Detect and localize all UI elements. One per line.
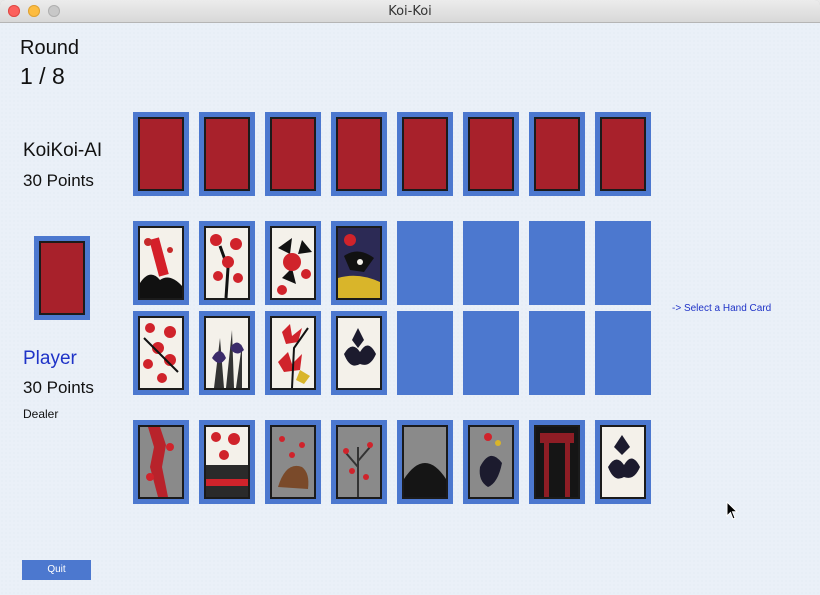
hanafuda-card	[204, 425, 250, 499]
opponent-hand-card	[397, 112, 453, 196]
opponent-hand-card	[199, 112, 255, 196]
hanafuda-card	[138, 316, 184, 390]
hanafuda-card	[534, 425, 580, 499]
field-slot-empty	[595, 311, 651, 395]
card-back	[468, 117, 514, 191]
opponent-hand-card	[331, 112, 387, 196]
field-card	[199, 221, 255, 305]
game-board: Round 1 / 8 KoiKoi-AI 30 Points Player 3…	[0, 23, 820, 595]
hanafuda-card	[138, 226, 184, 300]
field-slot-empty	[529, 311, 585, 395]
hand-card[interactable]	[595, 420, 651, 504]
card-back	[336, 117, 382, 191]
hanafuda-card	[138, 425, 184, 499]
hanafuda-card	[336, 226, 382, 300]
card-back	[600, 117, 646, 191]
card-back	[138, 117, 184, 191]
opponent-hand-card	[133, 112, 189, 196]
draw-deck	[34, 236, 90, 320]
opponent-name: KoiKoi-AI	[23, 140, 103, 161]
hanafuda-card	[270, 425, 316, 499]
hand-card[interactable]	[133, 420, 189, 504]
dealer-badge: Dealer	[23, 407, 59, 421]
round-label: Round	[20, 37, 79, 59]
field-card	[199, 311, 255, 395]
player-points: 30 Points	[23, 378, 94, 397]
field-slot-empty	[463, 311, 519, 395]
card-back	[534, 117, 580, 191]
hanafuda-card	[270, 226, 316, 300]
player-name: Player	[23, 348, 77, 369]
title-bar: Koi-Koi	[0, 0, 820, 23]
field-card	[133, 311, 189, 395]
field-slot-empty	[397, 311, 453, 395]
app-window: Koi-Koi Round 1 / 8 KoiKoi-AI 30 Points …	[0, 0, 820, 595]
card-back	[270, 117, 316, 191]
opponent-hand-card	[529, 112, 585, 196]
hanafuda-card	[204, 226, 250, 300]
field-slot-empty	[529, 221, 585, 305]
card-back	[204, 117, 250, 191]
opponent-hand-card	[595, 112, 651, 196]
opponent-points: 30 Points	[23, 171, 94, 190]
field-slot-empty	[397, 221, 453, 305]
hanafuda-card	[402, 425, 448, 499]
quit-button[interactable]: Quit	[22, 560, 91, 580]
hanafuda-card	[336, 425, 382, 499]
hanafuda-card	[600, 425, 646, 499]
hand-card[interactable]	[199, 420, 255, 504]
round-counter: 1 / 8	[20, 63, 65, 89]
hand-card[interactable]	[331, 420, 387, 504]
field-slot-empty	[595, 221, 651, 305]
field-card	[133, 221, 189, 305]
hand-card[interactable]	[397, 420, 453, 504]
field-slot-empty	[463, 221, 519, 305]
hanafuda-card	[468, 425, 514, 499]
opponent-hand-card	[463, 112, 519, 196]
hand-card[interactable]	[265, 420, 321, 504]
field-card	[265, 221, 321, 305]
hand-card[interactable]	[463, 420, 519, 504]
hand-card[interactable]	[529, 420, 585, 504]
window-title: Koi-Koi	[388, 4, 432, 19]
hanafuda-card	[204, 316, 250, 390]
field-card	[265, 311, 321, 395]
opponent-hand-card	[265, 112, 321, 196]
hint-text: -> Select a Hand Card	[672, 303, 772, 314]
field-card	[331, 311, 387, 395]
mouse-pointer-icon	[726, 501, 739, 520]
card-back	[402, 117, 448, 191]
card-back	[39, 241, 85, 315]
hanafuda-card	[336, 316, 382, 390]
field-card	[331, 221, 387, 305]
hanafuda-card	[270, 316, 316, 390]
